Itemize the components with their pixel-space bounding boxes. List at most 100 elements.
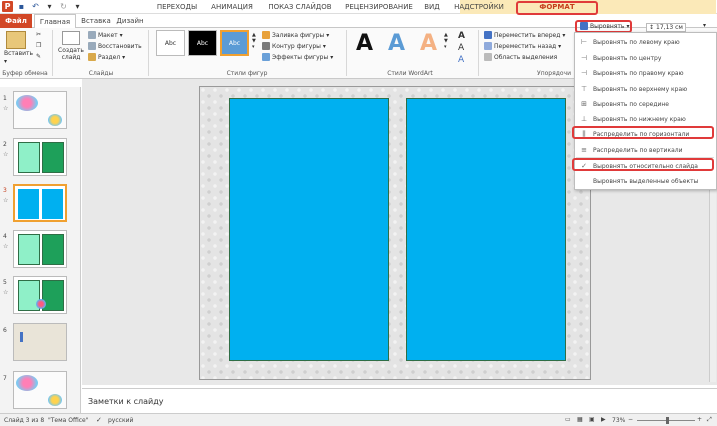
new-slide-button[interactable]: Создать слайд — [58, 47, 84, 61]
slide-thumbnail-7[interactable] — [13, 371, 67, 409]
selection-pane-label: Область выделения — [494, 53, 558, 61]
wordart-orange[interactable]: A — [420, 31, 437, 56]
tab-view[interactable]: ВИД — [420, 0, 444, 14]
tab-file[interactable]: Файл — [0, 14, 32, 28]
menu-item-align-middle[interactable]: ⊞ Выровнять по середине — [575, 97, 715, 111]
layout-button[interactable]: Макет ▾ — [88, 31, 123, 39]
copy-icon[interactable]: ❐ — [36, 42, 41, 49]
thumb-shape — [18, 189, 39, 219]
tab-review[interactable]: РЕЦЕНЗИРОВАНИЕ — [342, 0, 416, 14]
height-field[interactable]: ↕ 17,13 см — [646, 23, 686, 32]
normal-view-icon[interactable]: ▭ — [565, 416, 571, 423]
slide-thumbnail-3[interactable] — [13, 184, 67, 222]
balloon-image — [36, 299, 46, 309]
thumb-shape — [42, 189, 63, 219]
zoom-value[interactable]: 73% — [612, 417, 625, 424]
slide-shape-right[interactable] — [406, 98, 566, 361]
zoom-slider-thumb[interactable] — [666, 417, 669, 424]
transition-star-icon: ☆ — [3, 197, 9, 204]
tab-slideshow[interactable]: ПОКАЗ СЛАЙДОВ — [264, 0, 336, 14]
reset-button[interactable]: Восстановить — [88, 42, 142, 50]
text-outline-icon[interactable]: A — [458, 43, 464, 53]
styles-scroll[interactable]: ▲ ▼ ▾ — [252, 32, 256, 50]
menu-item-align-center[interactable]: ⊣ Выровнять по центру — [575, 51, 715, 65]
dropdown-icon[interactable]: ▾ — [44, 1, 55, 12]
selection-pane-button[interactable]: Область выделения — [484, 53, 557, 61]
slide-shape-left[interactable] — [229, 98, 389, 361]
format-painter-icon[interactable]: ✎ — [36, 53, 41, 60]
tab-addins[interactable]: НАДСТРОЙКИ — [450, 0, 508, 14]
tab-home[interactable]: Главная — [34, 14, 76, 29]
wordart-black[interactable]: A — [356, 31, 373, 56]
menu-item-align-left[interactable]: ⊢ Выровнять по левому краю — [575, 35, 715, 49]
new-slide-icon[interactable] — [62, 31, 80, 45]
shape-outline-button[interactable]: Контур фигуры ▾ — [262, 42, 326, 50]
section-button[interactable]: Раздел ▾ — [88, 53, 125, 61]
slide-thumbnail-1[interactable] — [13, 91, 67, 129]
paste-button[interactable]: Вставить — [4, 50, 33, 57]
thumb-text-mark — [20, 332, 23, 342]
tab-transitions[interactable]: ПЕРЕХОДЫ — [152, 0, 202, 14]
slide-thumbnail-2[interactable] — [13, 138, 67, 176]
paste-icon[interactable] — [6, 31, 26, 49]
thumb-number: 3 — [3, 187, 7, 194]
slide-sorter-icon[interactable]: ▦ — [577, 416, 583, 423]
tab-design[interactable]: Дизайн — [114, 14, 146, 28]
align-to-slide-highlight — [572, 158, 714, 171]
shape-style-blue[interactable]: Abc — [220, 30, 249, 56]
tab-insert[interactable]: Вставка — [78, 14, 114, 28]
save-icon[interactable]: ▪ — [16, 1, 27, 12]
thumb-shape — [18, 142, 40, 173]
menu-item-align-selected[interactable]: Выровнять выделенные объекты — [575, 174, 715, 188]
shape-effects-button[interactable]: Эффекты фигуры ▾ — [262, 53, 333, 61]
tab-animation[interactable]: АНИМАЦИЯ — [206, 0, 258, 14]
align-top-icon: ⊤ — [580, 85, 588, 93]
paste-dropdown-icon[interactable]: ▾ — [4, 58, 7, 65]
transition-star-icon: ☆ — [3, 105, 9, 112]
layout-label: Макет — [98, 31, 118, 39]
fit-slide-icon[interactable]: ⤢ — [707, 416, 712, 424]
distribute-vertical-icon: ≡ — [581, 146, 587, 154]
layout-icon — [88, 31, 96, 39]
wordart-blue[interactable]: A — [388, 31, 405, 56]
text-effects-icon[interactable]: A — [458, 55, 464, 65]
send-backward-button[interactable]: Переместить назад ▾ — [484, 42, 561, 50]
slide-thumbnail-5[interactable] — [13, 276, 67, 314]
slideshow-icon[interactable]: ▶ — [601, 416, 606, 423]
spellcheck-icon[interactable]: ✓ — [96, 416, 102, 424]
balloons-image — [48, 114, 62, 126]
text-fill-icon[interactable]: A — [458, 31, 465, 41]
menu-item-align-top[interactable]: ⊤ Выровнять по верхнему краю — [575, 82, 715, 96]
shape-fill-button[interactable]: Заливка фигуры ▾ — [262, 31, 329, 39]
menu-item-align-right[interactable]: ⊣ Выровнять по правому краю — [575, 66, 715, 80]
cut-icon[interactable]: ✂ — [36, 31, 41, 38]
height-icon: ↕ — [649, 24, 655, 31]
thumb-number: 6 — [3, 327, 7, 334]
current-slide[interactable] — [199, 86, 591, 380]
slide-thumbnail-6[interactable] — [13, 323, 67, 361]
wordart-scroll[interactable]: ▲ ▼ ▾ — [444, 32, 448, 50]
customize-qat-icon[interactable]: ▾ — [72, 1, 83, 12]
slide-thumbnail-4[interactable] — [13, 230, 67, 268]
menu-item-distribute-vertically[interactable]: ≡ Распределить по вертикали — [575, 143, 715, 157]
reading-view-icon[interactable]: ▣ — [589, 416, 595, 423]
thumb-shape — [42, 142, 64, 173]
size-dropdown[interactable]: ▾ — [703, 22, 706, 29]
clipboard-group-label: Буфер обмена — [2, 70, 48, 77]
undo-icon[interactable]: ↶ — [30, 1, 41, 12]
zoom-in-icon[interactable]: + — [697, 416, 702, 423]
language[interactable]: русский — [108, 417, 133, 424]
align-left-icon: ⊢ — [580, 38, 588, 46]
zoom-out-icon[interactable]: − — [628, 416, 633, 423]
notes-pane[interactable]: Заметки к слайду — [82, 388, 717, 415]
bring-forward-button[interactable]: Переместить вперед ▾ — [484, 31, 565, 39]
status-bar: Слайд 3 из 8 "Тема Office" ✓ русский ▭ ▦… — [0, 413, 717, 426]
menu-item-align-bottom[interactable]: ⊥ Выровнять по нижнему краю — [575, 112, 715, 126]
menu-label: Выровнять по верхнему краю — [593, 85, 688, 93]
shape-style-white[interactable]: Abc — [156, 30, 185, 56]
redo-icon[interactable]: ↻ — [58, 1, 69, 12]
bring-forward-icon — [484, 31, 492, 39]
shape-style-black[interactable]: Abc — [188, 30, 217, 56]
balloons-image — [16, 95, 38, 111]
thumb-shape — [18, 234, 40, 265]
